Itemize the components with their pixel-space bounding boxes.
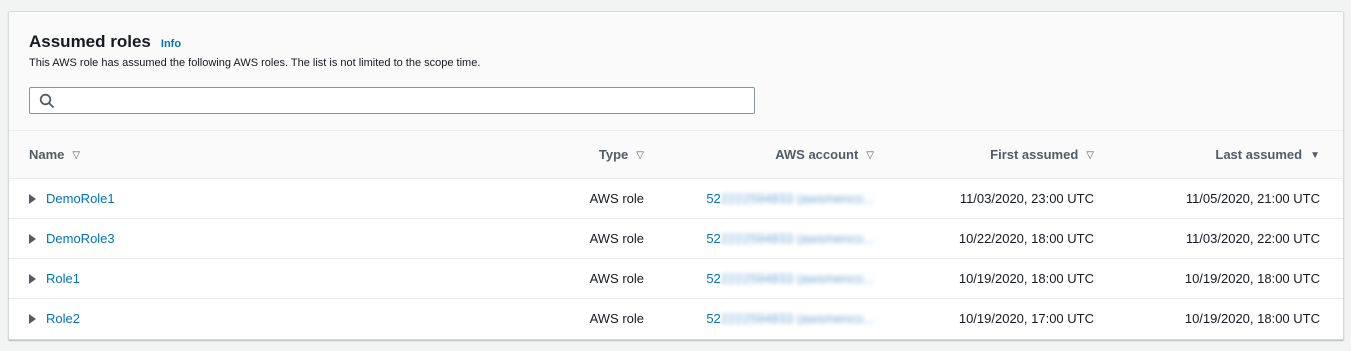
col-header-last-assumed[interactable]: Last assumed ▼ [1094,131,1343,179]
table-header-row: Name ▽ Type ▽ AWS account ▽ First assumed ▽ … [9,131,1343,179]
aws-account-link[interactable]: 522222594833 (awsmenco... [681,231,874,246]
cell-last-assumed: 11/03/2020, 22:00 UTC [1094,218,1343,259]
caret-right-icon[interactable] [29,193,36,204]
sort-icon: ▽ [866,149,874,161]
cell-aws-account: 522222594833 (awsmenco... [644,178,874,219]
search-icon [39,93,54,108]
role-name-link[interactable]: DemoRole1 [46,191,115,206]
cell-aws-account: 522222594833 (awsmenco... [644,298,874,338]
sort-icon: ▽ [1086,149,1094,161]
caret-right-icon[interactable] [29,313,36,324]
cell-name: Role1 [9,258,549,299]
roles-table: Name ▽ Type ▽ AWS account ▽ First assumed ▽ … [9,131,1343,338]
sort-icon: ▼ [1310,149,1320,161]
col-header-aws-account[interactable]: AWS account ▽ [644,131,874,179]
table-row: DemoRole1 AWS role 522222594833 (awsmenc… [9,178,1343,219]
cell-aws-account: 522222594833 (awsmenco... [644,258,874,299]
assumed-roles-panel: Assumed roles Info This AWS role has ass… [8,11,1344,340]
cell-last-assumed: 10/19/2020, 18:00 UTC [1094,258,1343,299]
caret-right-icon[interactable] [29,233,36,244]
cell-first-assumed: 11/03/2020, 23:00 UTC [874,178,1094,219]
cell-last-assumed: 10/19/2020, 18:00 UTC [1184,310,1320,326]
cell-name: DemoRole1 [9,178,549,219]
cell-name: Role2 [9,298,549,338]
panel-description: This AWS role has assumed the following … [29,57,481,69]
cell-type: AWS role [549,258,644,299]
aws-account-link[interactable]: 522222594833 (awsmenco... [681,271,874,286]
aws-account-link[interactable]: 522222594833 (awsmenco... [681,191,874,206]
caret-right-icon[interactable] [29,273,36,284]
cell-first-assumed: 10/19/2020, 17:00 UTC [958,310,1094,326]
table-row: Role2 AWS role 522222594833 (awsmenco...… [9,298,1343,338]
search-input[interactable] [62,88,746,115]
cell-aws-account: 522222594833 (awsmenco... [644,218,874,259]
col-header-first-assumed[interactable]: First assumed ▽ [874,131,1094,179]
info-link[interactable]: Info [161,38,181,50]
table-row: Role1 AWS role 522222594833 (awsmenco...… [9,258,1343,299]
cell-type: AWS role [589,310,644,326]
sort-icon: ▽ [72,149,81,161]
role-name-link[interactable]: Role1 [46,271,80,286]
cell-first-assumed: 10/22/2020, 18:00 UTC [874,218,1094,259]
cell-name: DemoRole3 [9,218,549,259]
aws-account-link[interactable]: 522222594833 (awsmenco... [681,311,874,326]
cell-last-assumed: 11/05/2020, 21:00 UTC [1094,178,1343,219]
sort-icon: ▽ [636,149,644,161]
col-header-type[interactable]: Type ▽ [549,131,644,179]
cell-first-assumed: 10/19/2020, 18:00 UTC [874,258,1094,299]
cell-type: AWS role [549,178,644,219]
role-name-link[interactable]: Role2 [46,311,80,326]
search-box[interactable] [29,87,755,115]
role-name-link[interactable]: DemoRole3 [46,231,115,246]
col-header-name[interactable]: Name ▽ [9,131,549,179]
cell-type: AWS role [549,218,644,259]
table-row: DemoRole3 AWS role 522222594833 (awsmenc… [9,218,1343,259]
panel-header: Assumed roles Info This AWS role has ass… [9,12,1343,131]
title-row: Assumed roles Info [29,32,181,52]
panel-title: Assumed roles [29,32,151,51]
